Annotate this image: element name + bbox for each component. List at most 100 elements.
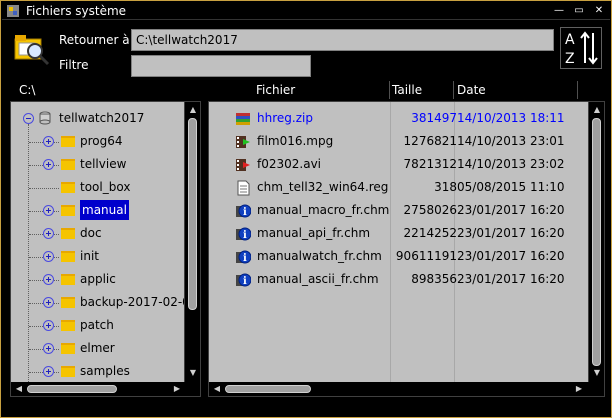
file-horizontal-scrollbar[interactable]: ◀ ▶ [209, 382, 604, 396]
column-size[interactable]: Taille [392, 81, 422, 99]
scroll-right-arrow-icon[interactable]: ▶ [171, 383, 183, 395]
file-row[interactable]: i manual_macro_fr.chm 2758026 23/01/2017… [209, 199, 569, 222]
file-date: 14/10/2013 23:02 [457, 157, 565, 171]
file-name: manualwatch_fr.chm [257, 249, 382, 263]
expand-icon[interactable] [43, 343, 54, 354]
expand-icon[interactable] [43, 159, 54, 170]
file-size: 1276821 [403, 134, 457, 148]
scroll-down-arrow-icon[interactable]: ▼ [187, 367, 199, 379]
expand-icon[interactable] [43, 366, 54, 377]
file-row[interactable]: film016.mpg 1276821 14/10/2013 23:01 [209, 130, 569, 153]
file-date: 23/01/2017 16:20 [457, 203, 565, 217]
folder-tree[interactable]: tellwatch2017 prog64 tellview tool_box m… [10, 101, 201, 397]
svg-text:i: i [243, 276, 247, 287]
file-date: 14/10/2013 18:11 [457, 111, 565, 125]
help-file-icon: i [236, 273, 251, 287]
sort-button[interactable]: A Z [560, 27, 602, 69]
scroll-right-arrow-icon[interactable]: ▶ [573, 383, 585, 395]
scrollbar-thumb[interactable] [188, 118, 197, 310]
file-name: chm_tell32_win64.reg [257, 180, 389, 194]
file-row[interactable]: i manual_api_fr.chm 2214252 23/01/2017 1… [209, 222, 569, 245]
help-file-icon: i [236, 227, 251, 241]
scroll-up-arrow-icon[interactable]: ▲ [187, 104, 199, 116]
collapse-icon[interactable] [23, 113, 34, 124]
expand-icon[interactable] [43, 297, 54, 308]
expand-icon[interactable] [43, 320, 54, 331]
scroll-down-arrow-icon[interactable]: ▼ [591, 367, 603, 379]
search-folder-icon[interactable] [13, 29, 51, 67]
folder-icon [61, 274, 75, 285]
file-date: 23/01/2017 16:20 [457, 272, 565, 286]
file-list[interactable]: hhreg.zip 381497 14/10/2013 18:11 film01… [208, 101, 605, 397]
column-date[interactable]: Date [457, 81, 486, 99]
sort-az-icon: A Z [565, 31, 598, 67]
scroll-up-arrow-icon[interactable]: ▲ [591, 104, 603, 116]
folder-icon [61, 205, 75, 216]
folder-icon [61, 297, 75, 308]
scroll-left-arrow-icon[interactable]: ◀ [211, 383, 223, 395]
file-size: 2758026 [403, 203, 457, 217]
tree-item-label: samples [80, 364, 130, 378]
column-separator[interactable] [453, 81, 454, 99]
expand-icon[interactable] [43, 205, 54, 216]
folder-icon [61, 228, 75, 239]
file-row[interactable]: f02302.avi 7821312 14/10/2013 23:02 [209, 153, 569, 176]
scroll-left-arrow-icon[interactable]: ◀ [13, 383, 25, 395]
tree-connector [29, 188, 59, 189]
scrollbar-thumb[interactable] [27, 385, 117, 393]
video-icon [236, 136, 250, 148]
file-name: manual_api_fr.chm [257, 226, 371, 240]
file-size: 90611191 [395, 249, 457, 263]
svg-text:i: i [243, 230, 247, 241]
file-name: hhreg.zip [257, 111, 313, 125]
help-file-icon: i [236, 204, 251, 218]
maximize-button[interactable]: ▭ [572, 4, 586, 18]
folder-icon [61, 366, 75, 377]
folder-icon [61, 251, 75, 262]
svg-text:A: A [565, 32, 575, 48]
filter-label: Filtre [59, 58, 89, 72]
tree-item-label: elmer [80, 341, 115, 355]
file-date: 23/01/2017 16:20 [457, 226, 565, 240]
file-date: 23/01/2017 16:20 [457, 249, 565, 263]
expand-icon[interactable] [43, 136, 54, 147]
minimize-button[interactable]: — [552, 4, 566, 18]
folder-icon [61, 320, 75, 331]
tree-item-label: tool_box [80, 180, 131, 194]
file-vertical-scrollbar[interactable]: ▲ ▼ [588, 102, 604, 382]
tree-item-label: applic [80, 272, 116, 286]
app-icon [7, 5, 19, 17]
file-row[interactable]: i manualwatch_fr.chm 90611191 23/01/2017… [209, 245, 569, 268]
expand-icon[interactable] [43, 274, 54, 285]
tree-horizontal-scrollbar[interactable]: ◀ ▶ [11, 382, 200, 396]
file-name: film016.mpg [257, 134, 334, 148]
tree-item-label: prog64 [80, 134, 123, 148]
file-size: 318 [434, 180, 457, 194]
return-path-input[interactable]: C:\tellwatch2017 [131, 29, 554, 51]
file-size: 898356 [411, 272, 457, 286]
filter-input[interactable] [131, 55, 311, 77]
scrollbar-thumb[interactable] [225, 385, 311, 393]
file-row[interactable]: chm_tell32_win64.reg 318 05/08/2015 11:1… [209, 176, 569, 199]
column-file[interactable]: Fichier [256, 81, 295, 99]
file-date: 14/10/2013 23:01 [457, 134, 565, 148]
file-row[interactable]: hhreg.zip 381497 14/10/2013 18:11 [209, 107, 569, 130]
expand-icon[interactable] [43, 228, 54, 239]
column-separator[interactable] [577, 81, 578, 99]
tree-item-label: init [80, 249, 99, 263]
tree-vertical-scrollbar[interactable]: ▲ ▼ [184, 102, 200, 382]
file-name: manual_macro_fr.chm [257, 203, 390, 217]
document-icon [237, 180, 250, 196]
tree-item-label: patch [80, 318, 114, 332]
window-title: Fichiers système [26, 4, 127, 18]
drive-icon [39, 111, 51, 125]
expand-icon[interactable] [43, 251, 54, 262]
title-bar[interactable]: Fichiers système — ▭ ✕ [2, 2, 610, 20]
close-button[interactable]: ✕ [592, 4, 606, 18]
column-separator[interactable] [389, 81, 390, 99]
svg-text:Z: Z [565, 51, 575, 67]
file-name: f02302.avi [257, 157, 322, 171]
file-row[interactable]: i manual_ascii_fr.chm 898356 23/01/2017 … [209, 268, 569, 291]
scrollbar-thumb[interactable] [592, 118, 601, 366]
folder-icon [61, 343, 75, 354]
